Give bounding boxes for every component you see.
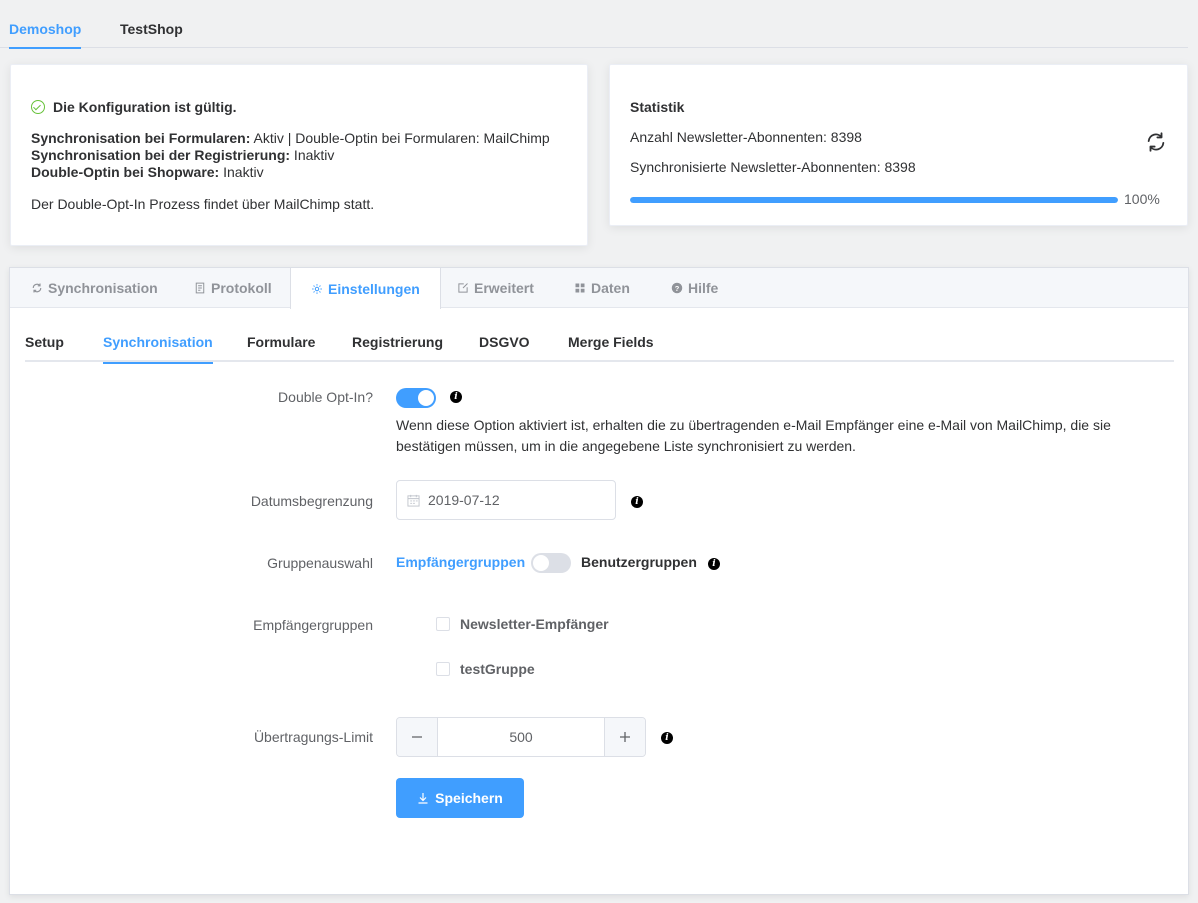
subtab-setup[interactable]: Setup (25, 308, 64, 362)
double-optin-label: Double Opt-In? (278, 389, 373, 405)
svg-text:?: ? (675, 284, 680, 293)
recipient-group-option[interactable]: testGruppe (436, 661, 535, 677)
tab-erweitert-label: Erweitert (474, 280, 534, 296)
tab-daten[interactable]: Daten (554, 268, 650, 308)
tab-demoshop[interactable]: Demoshop (9, 0, 82, 49)
optin-note: Der Double-Opt-In Prozess findet über Ma… (31, 196, 375, 212)
checkbox[interactable] (436, 662, 450, 676)
tab-hilfe-label: Hilfe (688, 280, 719, 296)
grid-icon (575, 283, 585, 293)
document-icon (195, 282, 205, 294)
sync-progress-label: 100% (1124, 191, 1160, 207)
subtab-synchronisation[interactable]: Synchronisation (103, 308, 213, 364)
stats-title: Statistik (630, 99, 685, 115)
tab-hilfe[interactable]: ? Hilfe (651, 268, 738, 308)
refresh-icon (32, 283, 42, 293)
info-icon[interactable]: i (708, 558, 720, 570)
config-card: Die Konfiguration ist gültig. Synchronis… (10, 64, 588, 246)
shopware-optin-value: Inaktiv (219, 164, 264, 180)
decrement-button[interactable] (397, 718, 438, 756)
checkbox[interactable] (436, 617, 450, 631)
sub-tabs: Setup Synchronisation Formulare Registri… (25, 308, 1174, 364)
subscriber-count: Anzahl Newsletter-Abonnenten: 8398 (630, 129, 862, 145)
gear-icon (312, 283, 322, 294)
tab-einstellungen-label: Einstellungen (328, 280, 420, 297)
recipient-group-option[interactable]: Newsletter-Empfänger (436, 616, 609, 632)
settings-panel: Synchronisation Protokoll Einstellungen … (9, 267, 1189, 895)
recipient-group-name: Newsletter-Empfänger (460, 616, 609, 632)
transfer-limit-value[interactable]: 500 (438, 718, 604, 756)
transfer-limit-label: Übertragungs-Limit (253, 729, 373, 745)
form-sync-line: Synchronisation bei Formularen: Aktiv | … (31, 130, 550, 146)
recipient-groups-label: Empfängergruppen (253, 617, 373, 633)
increment-button[interactable] (604, 718, 645, 756)
minus-icon (412, 736, 422, 738)
tab-testshop[interactable]: TestShop (120, 0, 183, 48)
tab-protokoll[interactable]: Protokoll (174, 268, 292, 308)
plus-icon (620, 732, 630, 742)
main-tabs: Synchronisation Protokoll Einstellungen … (10, 268, 1188, 309)
save-button[interactable]: Speichern (396, 778, 524, 818)
date-limit-input[interactable]: 2019-07-12 (396, 480, 616, 520)
double-optin-description: Wenn diese Option aktiviert ist, erhalte… (396, 417, 1111, 454)
info-icon[interactable]: i (661, 732, 673, 744)
group-option-users[interactable]: Benutzergruppen (581, 554, 697, 570)
tab-einstellungen[interactable]: Einstellungen (290, 268, 441, 309)
date-limit-value: 2019-07-12 (428, 492, 500, 508)
tab-synchronisation-label: Synchronisation (48, 280, 158, 296)
form-sync-label: Synchronisation bei Formularen: (31, 130, 251, 146)
info-icon[interactable]: i (631, 496, 643, 508)
sync-progress-fill (630, 197, 1118, 203)
config-status-text: Die Konfiguration ist gültig. (53, 99, 237, 115)
info-icon[interactable]: i (450, 391, 462, 403)
save-button-label: Speichern (435, 790, 503, 806)
tab-erweitert[interactable]: Erweitert (437, 268, 554, 308)
group-option-recipients[interactable]: Empfängergruppen (396, 554, 525, 570)
form-sync-value: Aktiv | Double-Optin bei Formularen: Mai… (250, 130, 550, 146)
subtab-merge-fields[interactable]: Merge Fields (568, 308, 654, 362)
subtab-formulare[interactable]: Formulare (247, 308, 315, 362)
date-limit-label: Datumsbegrenzung (250, 493, 373, 509)
registration-sync-value: Inaktiv (290, 147, 335, 163)
registration-sync-label: Synchronisation bei der Registrierung: (31, 147, 291, 163)
config-status: Die Konfiguration ist gültig. (31, 99, 237, 115)
edit-icon (458, 283, 468, 293)
registration-sync-line: Synchronisation bei der Registrierung: I… (31, 147, 334, 163)
shop-tabs: Demoshop TestShop (0, 0, 1188, 49)
download-icon (418, 793, 428, 804)
shopware-optin-line: Double-Optin bei Shopware: Inaktiv (31, 164, 264, 180)
double-optin-switch[interactable] (396, 388, 436, 408)
refresh-icon[interactable] (1145, 131, 1167, 153)
switch-knob (418, 390, 434, 406)
subtab-registrierung[interactable]: Registrierung (352, 308, 443, 362)
switch-knob (533, 555, 549, 571)
tab-protokoll-label: Protokoll (211, 280, 272, 296)
group-selection-label: Gruppenauswahl (267, 555, 373, 571)
shopware-optin-label: Double-Optin bei Shopware: (31, 164, 220, 180)
tab-daten-label: Daten (591, 280, 630, 296)
question-icon: ? (671, 282, 683, 294)
subtab-dsgvo[interactable]: DSGVO (479, 308, 530, 362)
calendar-icon (407, 494, 420, 507)
group-selection-switch[interactable] (531, 553, 571, 573)
transfer-limit-stepper[interactable]: 500 (396, 717, 646, 757)
synced-count: Synchronisierte Newsletter-Abonnenten: 8… (630, 159, 916, 175)
stats-card: Statistik Anzahl Newsletter-Abonnenten: … (609, 64, 1188, 226)
sync-progress-bar (630, 197, 1118, 203)
tab-synchronisation[interactable]: Synchronisation (11, 268, 178, 308)
recipient-group-name: testGruppe (460, 661, 535, 677)
check-circle-icon (31, 100, 45, 114)
